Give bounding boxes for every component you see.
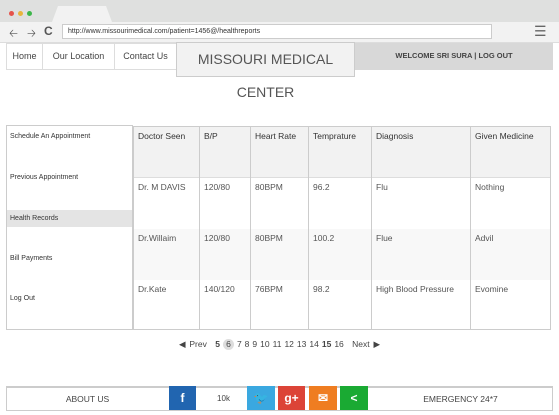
nav-home[interactable]: Home: [6, 43, 43, 70]
minimize-window-dot[interactable]: [18, 11, 23, 16]
column-header: Doctor Seen: [138, 131, 186, 141]
sidebar-item-previous[interactable]: Previous Appointment: [7, 169, 132, 186]
column-header: Temprature: [313, 131, 356, 141]
back-arrow-icon[interactable]: 🡠: [9, 25, 18, 44]
page-7[interactable]: 7: [237, 339, 242, 349]
emergency-label: EMERGENCY 24*7: [423, 394, 498, 404]
menu-icon[interactable]: ☰: [534, 23, 547, 40]
sidebar-item-health-records[interactable]: Health Records: [7, 210, 132, 227]
table-column: Doctor Seen Dr. M DAVIS Dr.Willaim Dr.Kate: [134, 127, 199, 329]
reload-icon[interactable]: C: [44, 24, 53, 38]
table-cell: High Blood Pressure: [376, 284, 454, 294]
nav-our-location[interactable]: Our Location: [42, 43, 115, 70]
table-column: Given Medicine Nothing Advil Evomine: [470, 127, 552, 329]
page-9[interactable]: 9: [252, 339, 257, 349]
page-8[interactable]: 8: [245, 339, 250, 349]
sidebar-item-schedule[interactable]: Schedule An Appointment: [7, 128, 132, 145]
table-cell: Dr.Kate: [138, 284, 167, 294]
column-header: B/P: [204, 131, 218, 141]
twitter-icon[interactable]: 🐦: [247, 386, 275, 410]
table-cell: Dr.Willaim: [138, 233, 177, 243]
table-column: Diagnosis Flu Flue High Blood Pressure: [371, 127, 470, 329]
table-cell: 80BPM: [255, 182, 283, 192]
table-cell: Flue: [376, 233, 393, 243]
prev-button[interactable]: ◀ Prev: [179, 339, 208, 349]
column-header: Heart Rate: [255, 131, 297, 141]
table-cell: 76BPM: [255, 284, 283, 294]
page-5[interactable]: 5: [215, 339, 220, 349]
table-cell: 120/80: [204, 182, 230, 192]
next-button[interactable]: Next ▶: [351, 339, 380, 349]
table-cell: Nothing: [475, 182, 505, 192]
table-cell: 80BPM: [255, 233, 283, 243]
site-title: MISSOURI MEDICAL CENTER: [176, 42, 355, 100]
page-10[interactable]: 10: [260, 339, 269, 349]
table-cell: Dr. M DAVIS: [138, 182, 186, 192]
page-12[interactable]: 12: [284, 339, 293, 349]
prev-label: Prev: [189, 339, 207, 349]
close-window-dot[interactable]: [9, 11, 14, 16]
page-16[interactable]: 16: [334, 339, 343, 349]
page-6[interactable]: 6: [222, 339, 234, 350]
sidebar-item-bill-payments[interactable]: Bill Payments: [7, 250, 132, 267]
table-cell: Evomine: [475, 284, 509, 294]
pagination: ◀ Prev 5 6 7 8 9 10 11 12 13 14 15 16 Next ▶: [0, 339, 559, 350]
about-us-link[interactable]: ABOUT US: [6, 386, 169, 410]
facebook-icon[interactable]: f: [169, 386, 196, 410]
column-header: Given Medicine: [475, 131, 534, 141]
table-column: Temprature 96.2 100.2 98.2: [308, 127, 371, 329]
sidebar: Schedule An Appointment Previous Appoint…: [6, 125, 133, 330]
table-cell: 140/120: [204, 284, 235, 294]
google-plus-icon[interactable]: g+: [278, 386, 305, 410]
page-15[interactable]: 15: [322, 339, 331, 349]
page-11[interactable]: 11: [273, 339, 282, 349]
table-column: Heart Rate 80BPM 80BPM 76BPM: [250, 127, 308, 329]
next-label: Next: [352, 339, 370, 349]
share-count: 10k: [217, 394, 230, 403]
health-records-table: Doctor Seen Dr. M DAVIS Dr.Willaim Dr.Kate B…: [133, 126, 551, 330]
page-13[interactable]: 13: [297, 339, 306, 349]
table-cell: 120/80: [204, 233, 230, 243]
page-14[interactable]: 14: [309, 339, 318, 349]
table-cell: Flu: [376, 182, 388, 192]
mail-icon[interactable]: ✉: [309, 386, 337, 410]
nav-contact-us[interactable]: Contact Us: [114, 43, 177, 70]
url-input[interactable]: http://www.missourimedical.com/patient=1…: [62, 24, 492, 39]
table-cell: 98.2: [313, 284, 330, 294]
browser-tab[interactable]: [52, 6, 112, 22]
column-header: Diagnosis: [376, 131, 414, 141]
maximize-window-dot[interactable]: [27, 11, 32, 16]
table-column: B/P 120/80 120/80 140/120: [199, 127, 250, 329]
table-cell: 100.2: [313, 233, 335, 243]
sidebar-item-logout[interactable]: Log Out: [7, 290, 132, 307]
share-icon[interactable]: <: [340, 386, 368, 410]
table-cell: Advil: [475, 233, 494, 243]
table-cell: 96.2: [313, 182, 330, 192]
forward-arrow-icon[interactable]: 🡢: [27, 25, 36, 44]
welcome-logout[interactable]: WELCOME SRI SURA | LOG OUT: [355, 43, 553, 70]
